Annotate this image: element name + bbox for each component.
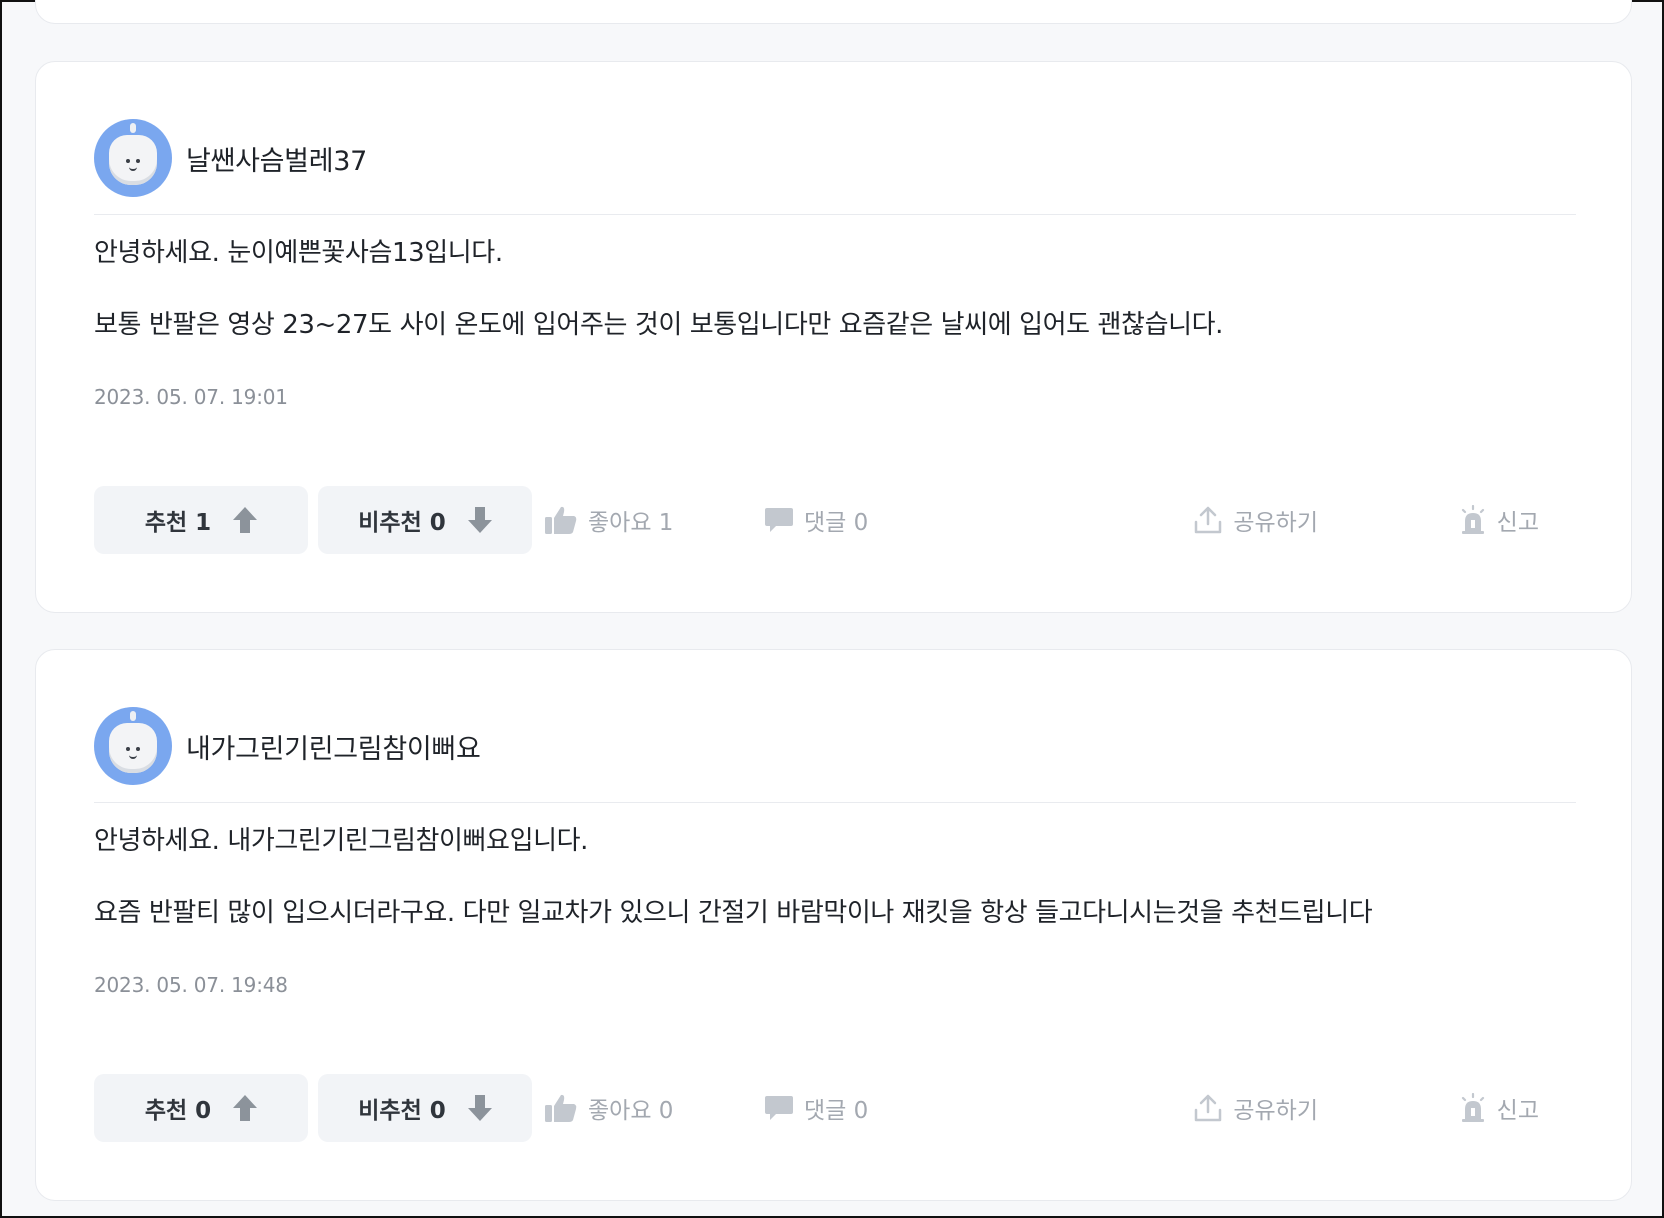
- share-button[interactable]: 공유하기: [1193, 486, 1318, 554]
- report-button[interactable]: 신고: [1459, 486, 1539, 554]
- comment-label: 댓글 0: [804, 1098, 869, 1124]
- answer-card: 날쌘사슴벌레37 안녕하세요. 눈이예쁜꽃사슴13입니다. 보통 반팔은 영상 …: [35, 61, 1632, 613]
- like-button[interactable]: 좋아요 1: [544, 486, 673, 554]
- upvote-button[interactable]: 추천 1: [94, 486, 308, 554]
- answer-body: 안녕하세요. 내가그린기린그림참이뻐요입니다. 요즘 반팔티 많이 입으시더라구…: [94, 823, 1551, 931]
- answer-timestamp: 2023. 05. 07. 19:01: [94, 385, 288, 409]
- downvote-button[interactable]: 비추천 0: [318, 486, 532, 554]
- arrow-down-icon: [467, 507, 492, 533]
- author-info[interactable]: 내가그린기린그림참이뻐요: [94, 706, 481, 786]
- answer-content: 요즘 반팔티 많이 입으시더라구요. 다만 일교차가 있으니 간절기 바람막이나…: [94, 898, 1373, 928]
- arrow-up-icon: [233, 507, 258, 533]
- upvote-button[interactable]: 추천 0: [94, 1074, 308, 1142]
- upvote-label: 추천 0: [144, 1098, 212, 1124]
- thumbs-up-icon: [545, 1094, 577, 1122]
- share-upload-icon: [1195, 506, 1222, 534]
- robot-avatar-icon[interactable]: [94, 707, 172, 785]
- downvote-button[interactable]: 비추천 0: [318, 1074, 532, 1142]
- divider: [94, 802, 1576, 803]
- share-upload-icon: [1195, 1094, 1222, 1122]
- downvote-label: 비추천 0: [358, 1098, 446, 1124]
- divider: [94, 214, 1576, 215]
- share-label: 공유하기: [1233, 1098, 1318, 1124]
- speech-bubble-icon: [765, 1096, 793, 1120]
- answer-timestamp: 2023. 05. 07. 19:48: [94, 973, 288, 997]
- answer-body: 안녕하세요. 눈이예쁜꽃사슴13입니다. 보통 반팔은 영상 23~27도 사이…: [94, 235, 1551, 343]
- report-label: 신고: [1496, 510, 1539, 536]
- answer-actions: 추천 0 비추천 0 좋아요 0 댓글 0 공유하기 신고: [94, 1074, 1573, 1144]
- robot-avatar-icon[interactable]: [94, 119, 172, 197]
- upvote-label: 추천 1: [144, 510, 212, 536]
- like-label: 좋아요 0: [588, 1098, 674, 1124]
- previous-answer-card: [35, 0, 1632, 24]
- report-button[interactable]: 신고: [1459, 1074, 1539, 1142]
- like-button[interactable]: 좋아요 0: [544, 1074, 673, 1142]
- author-name[interactable]: 내가그린기린그림참이뻐요: [186, 727, 481, 766]
- thumbs-up-icon: [545, 506, 577, 534]
- author-name[interactable]: 날쌘사슴벌레37: [186, 139, 367, 178]
- answer-greeting: 안녕하세요. 내가그린기린그림참이뻐요입니다.: [94, 826, 588, 856]
- answer-greeting: 안녕하세요. 눈이예쁜꽃사슴13입니다.: [94, 238, 503, 268]
- comment-button[interactable]: 댓글 0: [764, 486, 868, 554]
- answer-content: 보통 반팔은 영상 23~27도 사이 온도에 입어주는 것이 보통입니다만 요…: [94, 310, 1223, 340]
- speech-bubble-icon: [765, 508, 793, 532]
- arrow-up-icon: [233, 1095, 258, 1121]
- report-label: 신고: [1496, 1098, 1539, 1124]
- comment-label: 댓글 0: [804, 510, 869, 536]
- downvote-label: 비추천 0: [358, 510, 446, 536]
- arrow-down-icon: [467, 1095, 492, 1121]
- author-info[interactable]: 날쌘사슴벌레37: [94, 118, 367, 198]
- share-label: 공유하기: [1233, 510, 1318, 536]
- answer-actions: 추천 1 비추천 0 좋아요 1 댓글 0 공유하기 신고: [94, 486, 1573, 556]
- siren-icon: [1461, 1093, 1484, 1122]
- like-label: 좋아요 1: [588, 510, 674, 536]
- siren-icon: [1461, 505, 1484, 534]
- answer-card: 내가그린기린그림참이뻐요 안녕하세요. 내가그린기린그림참이뻐요입니다. 요즘 …: [35, 649, 1632, 1201]
- share-button[interactable]: 공유하기: [1193, 1074, 1318, 1142]
- comment-button[interactable]: 댓글 0: [764, 1074, 868, 1142]
